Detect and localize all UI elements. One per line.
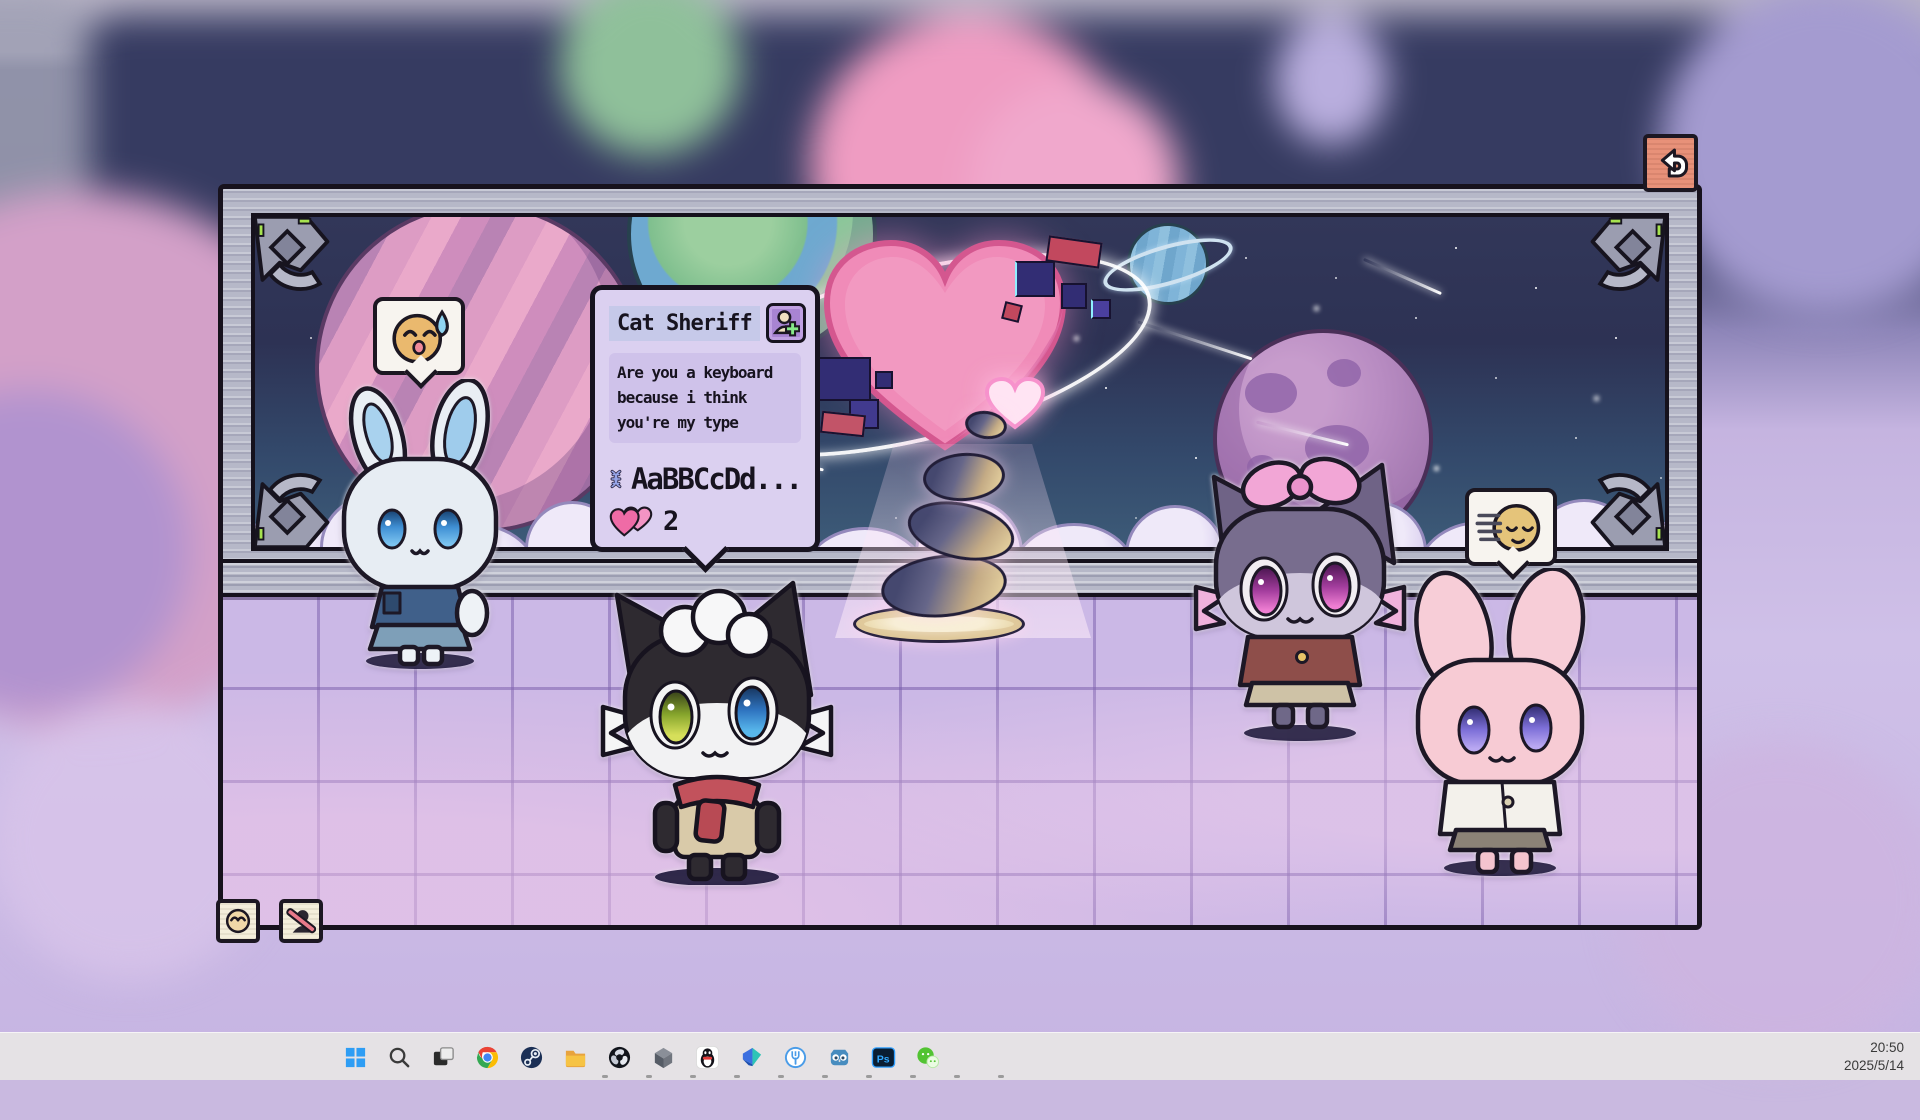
taskbar-icon-unity[interactable]: [650, 1033, 676, 1081]
shooting-star: [1363, 258, 1442, 295]
emote-bubble-right: [1465, 488, 1557, 566]
game-window: Cat Sheriff Are you a keyboard because i…: [218, 184, 1702, 930]
running-indicator: [734, 1075, 740, 1078]
running-indicator: [690, 1075, 696, 1078]
taskbar-icon-qq[interactable]: [694, 1033, 720, 1081]
taskbar-icon-godot[interactable]: [826, 1033, 852, 1081]
emote-menu-button[interactable]: [216, 899, 260, 943]
taskbar-icons: Ps: [342, 1033, 940, 1081]
running-indicator: [998, 1075, 1004, 1078]
taskbar-icon-steam[interactable]: [518, 1033, 544, 1081]
running-indicator: [866, 1075, 872, 1078]
running-indicator: [954, 1075, 960, 1078]
character-black-cat[interactable]: [597, 555, 837, 889]
chat-message: Are you a keyboard because i think you'r…: [609, 353, 801, 443]
windows-start-icon: [343, 1045, 368, 1070]
character-purple-cat[interactable]: [1190, 441, 1410, 745]
chat-bubble: Cat Sheriff Are you a keyboard because i…: [590, 285, 820, 552]
running-indicator: [602, 1075, 608, 1078]
shooting-star: [1137, 321, 1252, 361]
running-indicator: [910, 1075, 916, 1078]
qq-icon: [695, 1045, 720, 1070]
gene-text: AaBBCcDd...: [631, 462, 801, 496]
taskbar-icon-fork[interactable]: [782, 1033, 808, 1081]
add-friend-button[interactable]: [766, 303, 806, 343]
godot-icon: [827, 1045, 852, 1070]
obs-studio-icon: [607, 1045, 632, 1070]
running-indicator: [778, 1075, 784, 1078]
frame-corner-bracket: [1583, 213, 1669, 299]
clock-date: 2025/5/14: [1844, 1057, 1904, 1075]
photoshop-label: Ps: [876, 1053, 889, 1065]
gene-row: AaBBCcDd...: [609, 459, 801, 499]
clock-time: 20:50: [1870, 1039, 1904, 1057]
taskbar-icon-chrome[interactable]: [474, 1033, 500, 1081]
dna-icon: [609, 459, 623, 499]
frame-corner-bracket: [1583, 465, 1669, 551]
running-indicator: [822, 1075, 828, 1078]
taskbar-icon-search[interactable]: [386, 1033, 412, 1081]
taskbar-icon-task-view[interactable]: [430, 1033, 456, 1081]
taskbar-icon-file-explorer[interactable]: [562, 1033, 588, 1081]
taskbar-icon-wechat[interactable]: [914, 1033, 940, 1081]
double-heart-icon: [609, 505, 653, 537]
emote-bubble-left: [373, 297, 465, 375]
sweat-smile-emoji-icon: [380, 304, 458, 368]
return-arrow-icon: [1652, 143, 1690, 183]
back-button[interactable]: [1643, 134, 1698, 192]
photoshop-icon: Ps: [871, 1045, 896, 1070]
person-plus-icon: [772, 308, 800, 338]
taskbar-icon-photoshop[interactable]: Ps: [870, 1033, 896, 1081]
chat-bubble-header: Cat Sheriff: [609, 303, 801, 343]
folder-icon: [563, 1045, 588, 1070]
unity-icon: [651, 1045, 676, 1070]
glitch-pixels: [995, 239, 1135, 349]
taskbar-icon-clash[interactable]: [738, 1033, 764, 1081]
smiley-icon: [223, 906, 253, 936]
character-pink-cat[interactable]: [1390, 568, 1610, 882]
wechat-icon: [915, 1045, 940, 1070]
likes-count: 2: [663, 506, 679, 537]
taskbar-clock[interactable]: 20:50 2025/5/14: [1834, 1033, 1914, 1081]
fork-icon: [783, 1045, 808, 1070]
taskbar: Ps 20:50 2025/5/14: [0, 1032, 1920, 1080]
running-indicator: [646, 1075, 652, 1078]
character-blue-bunny[interactable]: [320, 379, 520, 673]
mute-players-button[interactable]: [279, 899, 323, 943]
speaker-name: Cat Sheriff: [609, 306, 760, 341]
blocked-user-icon: [286, 906, 316, 936]
search-icon: [387, 1045, 412, 1070]
sleepy-dash-emoji-icon: [1472, 495, 1550, 559]
clash-icon: [739, 1045, 764, 1070]
task-view-icon: [431, 1045, 456, 1070]
taskbar-icon-start[interactable]: [342, 1033, 368, 1081]
taskbar-icon-obs-studio[interactable]: [606, 1033, 632, 1081]
chrome-icon: [475, 1045, 500, 1070]
frame-corner-bracket: [251, 213, 337, 299]
steam-icon: [519, 1045, 544, 1070]
likes-row[interactable]: 2: [609, 505, 801, 537]
